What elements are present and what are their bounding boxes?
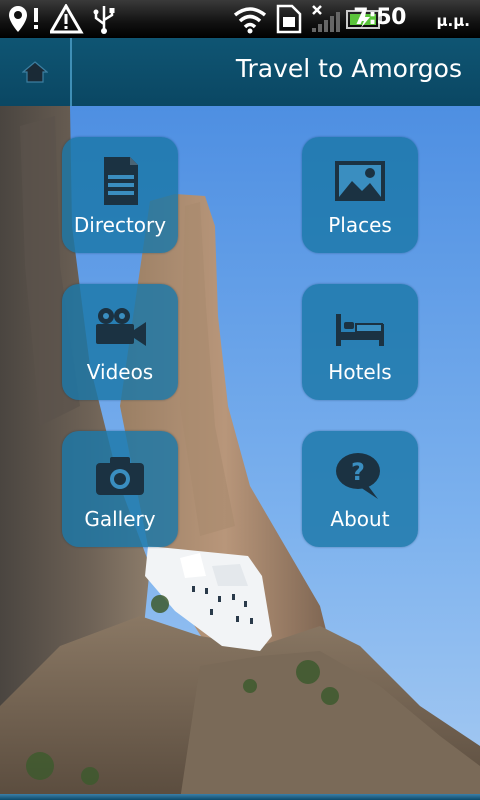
menu-tile-gallery[interactable]: Gallery: [62, 431, 178, 547]
svg-text:?: ?: [351, 458, 365, 486]
menu-tile-label: Videos: [86, 360, 154, 384]
menu-tile-videos[interactable]: Videos: [62, 284, 178, 400]
no-signal-icon: [312, 5, 340, 32]
status-ampm: μ.μ.: [436, 12, 470, 30]
camera-icon: [96, 457, 144, 495]
home-button[interactable]: [0, 38, 72, 106]
usb-icon: [93, 6, 115, 34]
page-title: Travel to Amorgos: [235, 54, 462, 83]
bed-icon: [336, 314, 384, 346]
menu-tile-label: About: [330, 507, 390, 531]
question-bubble-icon: ?: [336, 453, 380, 499]
wifi-icon: [233, 7, 267, 34]
warning-icon: [50, 4, 84, 34]
location-alert-icon: [9, 6, 38, 32]
menu-tile-label: Gallery: [84, 507, 156, 531]
home-icon: [22, 61, 48, 83]
picture-icon: [335, 161, 385, 201]
title-bar: Travel to Amorgos: [0, 38, 480, 108]
menu-tile-about[interactable]: ? About: [302, 431, 418, 547]
sim-icon: [276, 4, 302, 34]
menu-tile-directory[interactable]: Directory: [62, 137, 178, 253]
video-camera-icon: [96, 308, 146, 346]
menu-tile-label: Directory: [73, 213, 167, 237]
status-clock: 7:50: [353, 5, 406, 30]
menu-tile-label: Hotels: [328, 360, 392, 384]
menu-tile-places[interactable]: Places: [302, 137, 418, 253]
menu-tile-hotels[interactable]: Hotels: [302, 284, 418, 400]
bottom-edge: [0, 794, 480, 800]
menu-tile-label: Places: [328, 213, 392, 237]
document-icon: [104, 157, 138, 205]
status-bar: 7:50 μ.μ.: [0, 0, 480, 38]
